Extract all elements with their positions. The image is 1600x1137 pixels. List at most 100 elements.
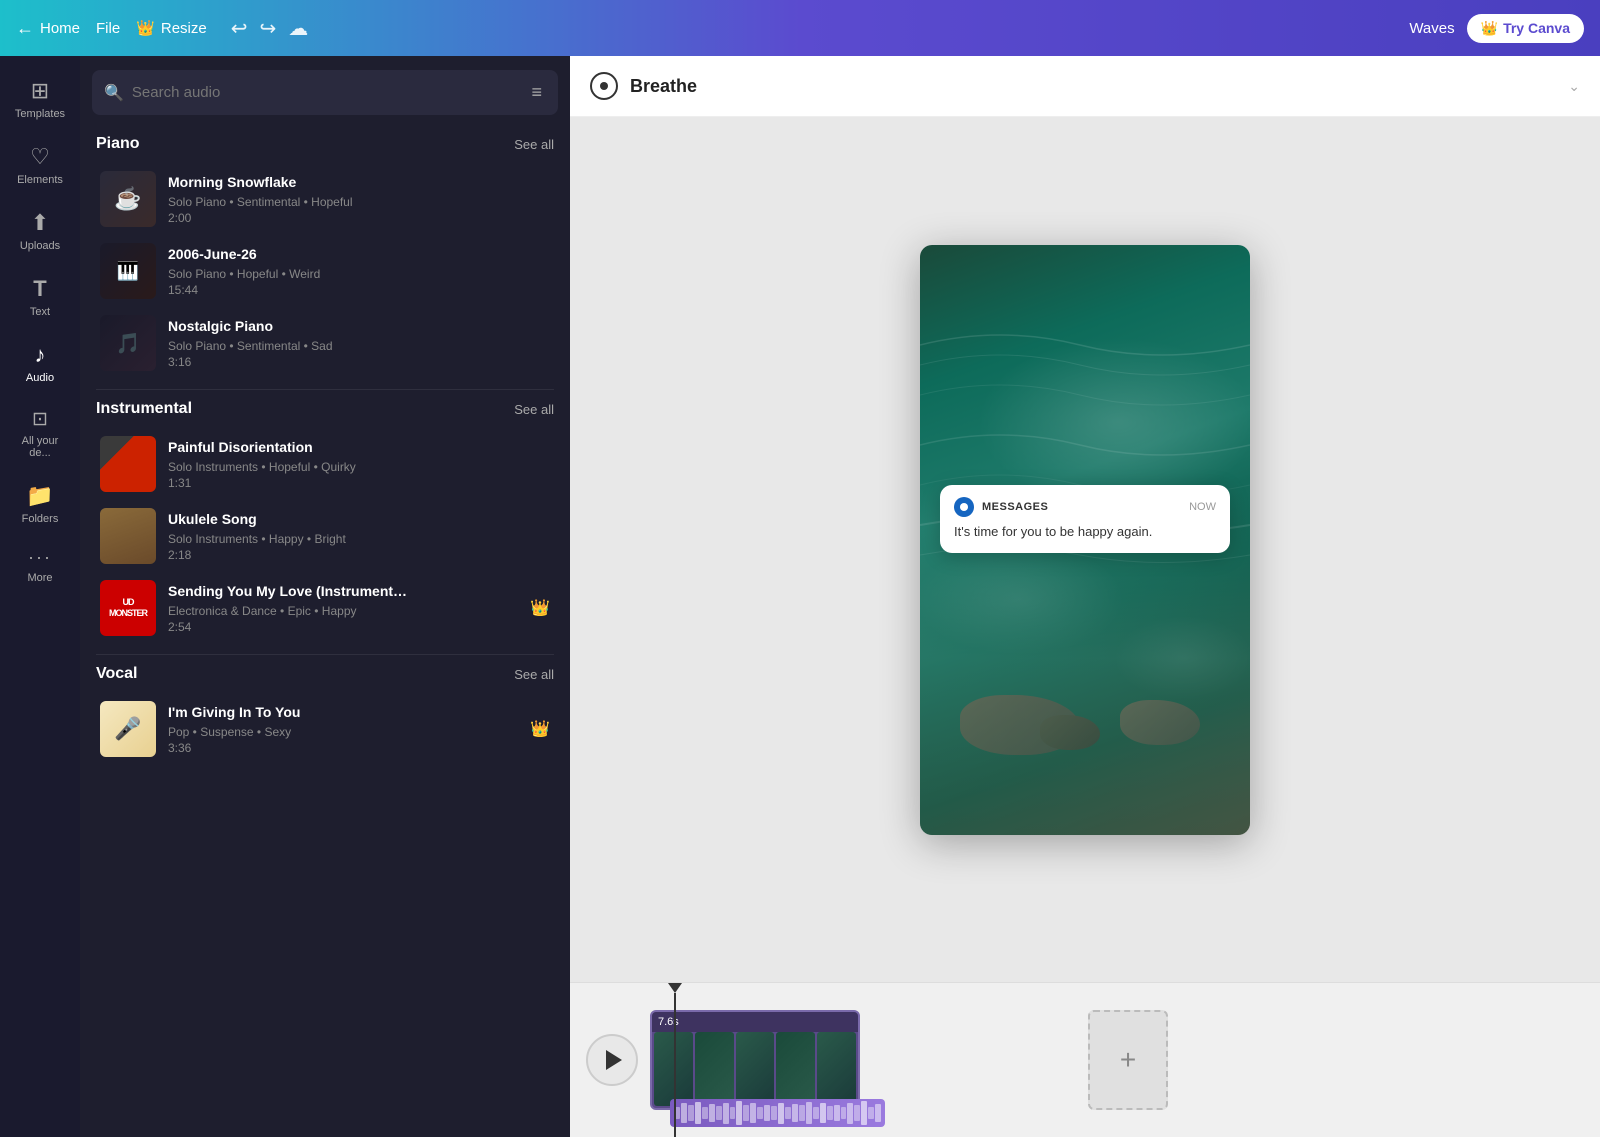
more-label: More	[27, 572, 52, 584]
canvas-chevron-down-icon[interactable]: ⌄	[1568, 78, 1580, 95]
elements-label: Elements	[17, 174, 63, 186]
undo-icon[interactable]: ↩	[231, 16, 248, 41]
sidebar-item-text[interactable]: T Text	[4, 266, 76, 328]
giving-in-duration: 3:36	[168, 741, 518, 755]
sending-crown-icon: 👑	[530, 598, 550, 618]
sending-you-my-love-thumb: UDMONSTER	[100, 580, 156, 636]
topbar-actions: ↩ ↪ ☁	[231, 16, 309, 41]
folders-icon: 📁	[26, 483, 53, 509]
sidebar-item-folders[interactable]: 📁 Folders	[4, 473, 76, 535]
vocal-section: Vocal See all 🎤 I'm Giving In To You Pop…	[80, 655, 570, 775]
redo-icon[interactable]: ↪	[260, 16, 277, 41]
play-button[interactable]	[586, 1034, 638, 1086]
search-input[interactable]	[132, 84, 520, 101]
add-clip-button[interactable]: +	[1088, 1010, 1168, 1110]
track-painful-disorientation[interactable]: Painful Disorientation Solo Instruments …	[96, 428, 554, 500]
track-2006-june-26[interactable]: 🎹 2006-June-26 Solo Piano • Hopeful • We…	[96, 235, 554, 307]
sidebar-item-all-designs[interactable]: ⊡ All your de...	[4, 398, 76, 469]
messages-icon	[954, 497, 974, 517]
2006-june-26-meta: Solo Piano • Hopeful • Weird	[168, 265, 550, 283]
vocal-see-all[interactable]: See all	[514, 667, 554, 682]
notification-text: It's time for you to be happy again.	[954, 523, 1216, 541]
nostalgic-piano-meta: Solo Piano • Sentimental • Sad	[168, 337, 550, 355]
audio-panel: 🔍 ≡ Piano See all ☕ Morning Snowflake So…	[80, 56, 570, 1137]
nostalgic-piano-name: Nostalgic Piano	[168, 318, 550, 334]
topbar-right: Waves 👑 Try Canva	[1409, 14, 1584, 43]
phone-background: MESSAGES NOW It's time for you to be hap…	[920, 245, 1250, 835]
text-label: Text	[30, 306, 50, 318]
search-container: 🔍 ≡	[80, 56, 570, 125]
topbar: ← Home File 👑 Resize ↩ ↪ ☁ Waves 👑 Try C…	[0, 0, 1600, 56]
track-morning-snowflake[interactable]: ☕ Morning Snowflake Solo Piano • Sentime…	[96, 163, 554, 235]
audio-icon: ♪	[35, 342, 46, 368]
resize-label: Resize	[161, 20, 207, 37]
sidebar-item-elements[interactable]: ♡ Elements	[4, 134, 76, 196]
timeline-clip[interactable]: 7.6s	[650, 1010, 860, 1110]
giving-in-name: I'm Giving In To You	[168, 704, 518, 720]
resize-button[interactable]: 👑 Resize	[136, 19, 207, 37]
morning-snowflake-info: Morning Snowflake Solo Piano • Sentiment…	[168, 174, 550, 225]
canvas-area: Breathe ⌄	[570, 56, 1600, 1137]
text-icon: T	[33, 276, 46, 302]
try-canva-button[interactable]: 👑 Try Canva	[1467, 14, 1584, 43]
piano-see-all[interactable]: See all	[514, 137, 554, 152]
track-nostalgic-piano[interactable]: 🎵 Nostalgic Piano Solo Piano • Sentiment…	[96, 307, 554, 379]
uploads-label: Uploads	[20, 240, 60, 252]
sidebar-item-templates[interactable]: ⊞ Templates	[4, 68, 76, 130]
clip-thumb-2	[695, 1032, 734, 1106]
marker-line	[674, 993, 676, 1137]
track-ukulele-song[interactable]: Ukulele Song Solo Instruments • Happy • …	[96, 500, 554, 572]
piano-section-header: Piano See all	[96, 135, 554, 153]
uploads-icon: ⬆	[31, 210, 49, 236]
home-label: Home	[40, 20, 80, 37]
clip-duration-label: 7.6s	[652, 1012, 858, 1032]
morning-snowflake-thumb: ☕	[100, 171, 156, 227]
try-crown-icon: 👑	[1481, 20, 1498, 37]
notification-card: MESSAGES NOW It's time for you to be hap…	[940, 485, 1230, 553]
morning-snowflake-meta: Solo Piano • Sentimental • Hopeful	[168, 193, 550, 211]
try-label: Try Canva	[1503, 20, 1570, 36]
2006-june-26-name: 2006-June-26	[168, 246, 550, 262]
templates-icon: ⊞	[31, 78, 49, 104]
waves-label: Waves	[1409, 20, 1454, 37]
file-button[interactable]: File	[96, 20, 120, 37]
filter-button[interactable]: ≡	[527, 78, 546, 107]
2006-june-26-thumb: 🎹	[100, 243, 156, 299]
track-giving-in[interactable]: 🎤 I'm Giving In To You Pop • Suspense • …	[96, 693, 554, 765]
sending-you-my-love-info: Sending You My Love (Instrument… Electro…	[168, 583, 518, 634]
vocal-section-header: Vocal See all	[96, 665, 554, 683]
sending-you-my-love-name: Sending You My Love (Instrument…	[168, 583, 518, 599]
ukulele-song-info: Ukulele Song Solo Instruments • Happy • …	[168, 511, 550, 562]
painful-disorientation-meta: Solo Instruments • Hopeful • Quirky	[168, 458, 550, 476]
main-content: ⊞ Templates ♡ Elements ⬆ Uploads T Text …	[0, 56, 1600, 1137]
morning-snowflake-duration: 2:00	[168, 211, 550, 225]
ukulele-song-duration: 2:18	[168, 548, 550, 562]
instrumental-section-title: Instrumental	[96, 400, 192, 418]
track-sending-you-my-love[interactable]: UDMONSTER Sending You My Love (Instrumen…	[96, 572, 554, 644]
audio-waveform-track	[670, 1099, 885, 1127]
sending-you-my-love-duration: 2:54	[168, 620, 518, 634]
notification-time: NOW	[1189, 501, 1216, 513]
painful-disorientation-name: Painful Disorientation	[168, 439, 550, 455]
2006-june-26-duration: 15:44	[168, 283, 550, 297]
play-icon	[606, 1050, 622, 1070]
topbar-left: ← Home File 👑 Resize ↩ ↪ ☁	[16, 16, 308, 41]
sidebar-item-uploads[interactable]: ⬆ Uploads	[4, 200, 76, 262]
home-button[interactable]: ← Home	[16, 18, 80, 39]
sidebar-item-more[interactable]: ··· More	[27, 547, 52, 584]
2006-june-26-info: 2006-June-26 Solo Piano • Hopeful • Weir…	[168, 246, 550, 297]
back-arrow-icon: ←	[16, 18, 34, 39]
header-dot	[600, 82, 608, 90]
canvas-header: Breathe ⌄	[570, 56, 1600, 117]
instrumental-see-all[interactable]: See all	[514, 402, 554, 417]
folders-label: Folders	[22, 513, 59, 525]
canvas-header-icon	[590, 72, 618, 100]
giving-in-crown-icon: 👑	[530, 719, 550, 739]
ukulele-song-thumb	[100, 508, 156, 564]
cloud-save-icon[interactable]: ☁	[288, 16, 308, 41]
crown-icon: 👑	[136, 19, 155, 37]
all-designs-icon: ⊡	[32, 408, 48, 431]
notification-header: MESSAGES NOW	[954, 497, 1216, 517]
sidebar-item-audio[interactable]: ♪ Audio	[4, 332, 76, 394]
timeline: 7.6s	[570, 982, 1600, 1137]
